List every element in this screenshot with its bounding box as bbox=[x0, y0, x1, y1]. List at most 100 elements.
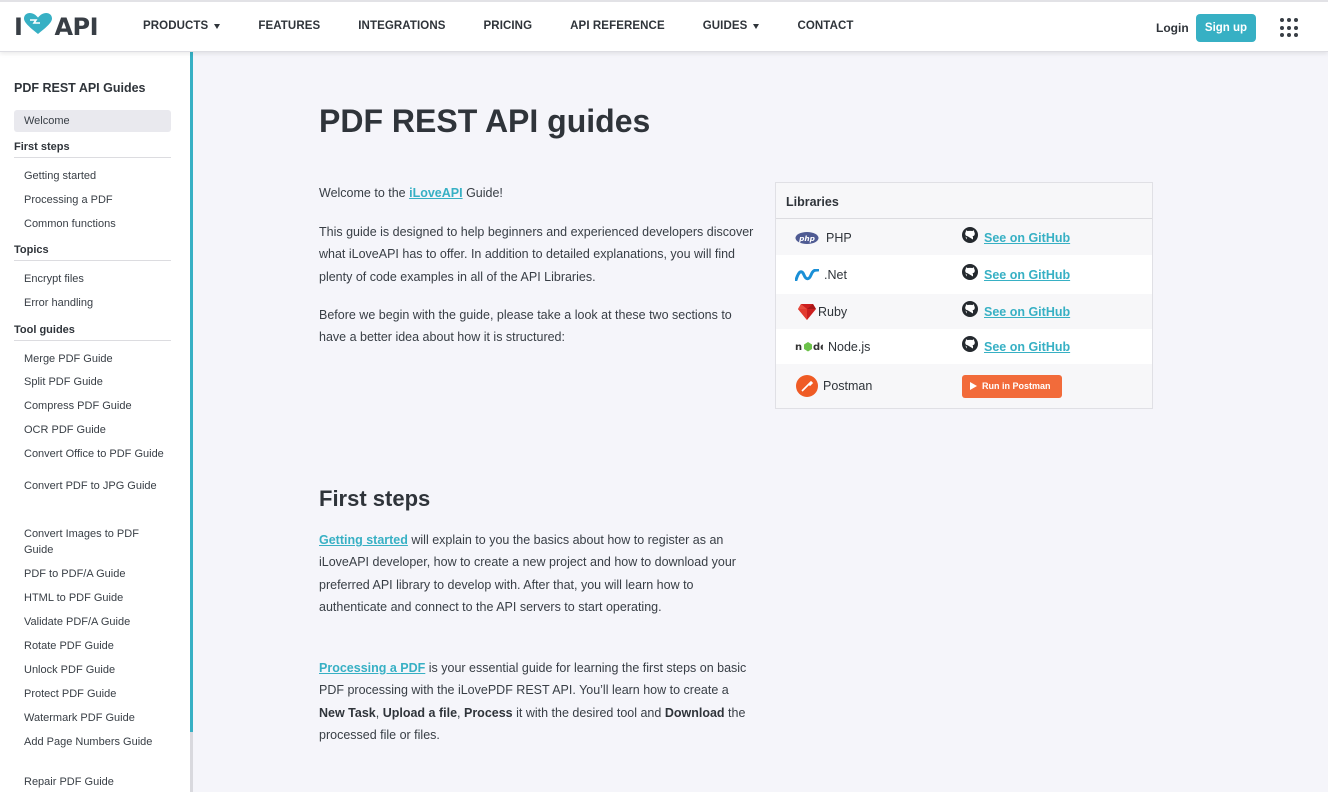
library-row-postman: Postman Run in Postman bbox=[776, 364, 1152, 408]
sidebar-section-topics: Topics bbox=[14, 244, 171, 261]
heart-logo-icon bbox=[24, 13, 53, 41]
processing-a-pdf-link[interactable]: Processing a PDF bbox=[319, 661, 425, 675]
nav-api-reference[interactable]: API REFERENCE bbox=[570, 20, 665, 32]
library-row-php: php PHP See on GitHub bbox=[776, 220, 1152, 255]
intro-text: Welcome to the bbox=[319, 186, 410, 200]
sidebar-item-rotate-pdf-guide[interactable]: Rotate PDF Guide bbox=[24, 638, 164, 654]
nav-contact[interactable]: CONTACT bbox=[797, 20, 853, 32]
nav-guides[interactable]: GUIDES bbox=[703, 20, 760, 32]
nav-label: PRODUCTS bbox=[143, 20, 209, 32]
nav-label: CONTACT bbox=[797, 20, 854, 32]
nav-features[interactable]: FEATURES bbox=[258, 20, 320, 32]
sidebar-item-unlock-pdf-guide[interactable]: Unlock PDF Guide bbox=[24, 662, 164, 678]
nav-label: PRICING bbox=[483, 20, 533, 32]
iloveapi-link[interactable]: iLoveAPI bbox=[409, 186, 463, 200]
paragraph-text: , bbox=[457, 705, 464, 720]
sidebar-section-first-steps: First steps bbox=[14, 141, 171, 158]
sidebar-item-processing-a-pdf[interactable]: Processing a PDF bbox=[24, 192, 164, 208]
sidebar-item-convert-images-to-pdf-guide[interactable]: Convert Images to PDF Guide bbox=[24, 526, 164, 558]
caret-down-icon bbox=[214, 23, 221, 29]
sidebar-item-encrypt-files[interactable]: Encrypt files bbox=[24, 271, 164, 287]
signup-button[interactable]: Sign up bbox=[1196, 14, 1256, 42]
sidebar-item-convert-pdf-to-jpg-guide[interactable]: Convert PDF to JPG Guide bbox=[24, 478, 164, 494]
github-link-dotnet[interactable]: See on GitHub bbox=[962, 264, 1070, 285]
bold-text: Upload a file bbox=[382, 705, 458, 720]
main-nav: PRODUCTS FEATURES INTEGRATIONS PRICING A… bbox=[143, 20, 892, 32]
getting-started-paragraph: Getting started will explain to you the … bbox=[319, 529, 749, 618]
library-row-ruby: Ruby See on GitHub bbox=[776, 294, 1152, 329]
sidebar-section-tool-guides: Tool guides bbox=[14, 324, 171, 341]
dotnet-icon bbox=[795, 266, 819, 284]
sidebar-item-split-pdf-guide[interactable]: Split PDF Guide bbox=[24, 374, 164, 390]
paragraph-text: it with the desired tool and bbox=[512, 705, 665, 720]
github-link-label: See on GitHub bbox=[984, 230, 1071, 245]
bold-text: Process bbox=[463, 705, 513, 720]
guide-description-paragraph: This guide is designed to help beginners… bbox=[319, 225, 754, 284]
library-name: Ruby bbox=[818, 304, 848, 319]
library-row-nodejs: nde Node.js See on GitHub bbox=[776, 329, 1152, 364]
library-row-dotnet: .Net See on GitHub bbox=[776, 255, 1152, 294]
github-link-php[interactable]: See on GitHub bbox=[962, 227, 1070, 248]
sidebar-item-repair-pdf-guide[interactable]: Repair PDF Guide bbox=[24, 774, 164, 790]
postman-icon bbox=[795, 375, 819, 397]
github-icon bbox=[962, 264, 978, 285]
svg-text:n: n bbox=[795, 342, 802, 353]
nodejs-icon: nde bbox=[795, 338, 823, 356]
github-link-nodejs[interactable]: See on GitHub bbox=[962, 336, 1070, 357]
sidebar-item-welcome[interactable]: Welcome bbox=[14, 110, 171, 132]
intro-paragraph: Welcome to the iLoveAPI Guide! bbox=[319, 182, 749, 204]
nav-label: GUIDES bbox=[702, 20, 748, 32]
libraries-heading: Libraries bbox=[776, 183, 1152, 219]
sidebar-item-add-page-numbers-guide[interactable]: Add Page Numbers Guide bbox=[24, 734, 164, 750]
svg-text:php: php bbox=[798, 233, 815, 242]
github-link-label: See on GitHub bbox=[984, 339, 1071, 354]
sidebar-item-pdf-to-pdfa-guide[interactable]: PDF to PDF/A Guide bbox=[24, 566, 164, 582]
sidebar-item-validate-pdfa-guide[interactable]: Validate PDF/A Guide bbox=[24, 614, 164, 630]
run-in-postman-label: Run in Postman bbox=[982, 381, 1051, 391]
sidebar-item-getting-started[interactable]: Getting started bbox=[24, 168, 164, 184]
bold-text: Download bbox=[664, 705, 725, 720]
sidebar-item-ocr-pdf-guide[interactable]: OCR PDF Guide bbox=[24, 422, 164, 438]
github-icon bbox=[962, 301, 978, 322]
logo-letter: I bbox=[14, 13, 23, 41]
library-name: Node.js bbox=[828, 339, 871, 354]
library-name: Postman bbox=[823, 379, 873, 393]
caret-down-icon bbox=[753, 23, 760, 29]
nav-label: API REFERENCE bbox=[570, 20, 665, 32]
sidebar-item-merge-pdf-guide[interactable]: Merge PDF Guide bbox=[24, 351, 164, 367]
run-in-postman-button[interactable]: Run in Postman bbox=[962, 374, 1062, 398]
github-icon bbox=[962, 336, 978, 357]
sidebar-item-common-functions[interactable]: Common functions bbox=[24, 216, 164, 232]
sidebar-item-error-handling[interactable]: Error handling bbox=[24, 295, 164, 311]
sidebar-item-watermark-pdf-guide[interactable]: Watermark PDF Guide bbox=[24, 710, 164, 726]
github-link-label: See on GitHub bbox=[984, 267, 1071, 282]
sidebar-item-compress-pdf-guide[interactable]: Compress PDF Guide bbox=[24, 398, 164, 414]
iloveapi-logo[interactable]: I API bbox=[14, 13, 99, 41]
nav-integrations[interactable]: INTEGRATIONS bbox=[358, 20, 445, 32]
sidebar-item-protect-pdf-guide[interactable]: Protect PDF Guide bbox=[24, 686, 164, 702]
sidebar-active-border bbox=[190, 52, 193, 732]
github-link-label: See on GitHub bbox=[984, 304, 1071, 319]
nav-pricing[interactable]: PRICING bbox=[484, 20, 533, 32]
nav-products[interactable]: PRODUCTS bbox=[143, 20, 221, 32]
library-name: PHP bbox=[826, 230, 852, 245]
library-name: .Net bbox=[824, 267, 847, 282]
bold-text: New Task bbox=[319, 705, 376, 720]
nav-label: INTEGRATIONS bbox=[358, 20, 446, 32]
login-link[interactable]: Login bbox=[1156, 21, 1189, 35]
svg-text:de: de bbox=[813, 342, 823, 353]
github-link-ruby[interactable]: See on GitHub bbox=[962, 301, 1070, 322]
grid-apps-icon[interactable] bbox=[1280, 18, 1300, 38]
processing-pdf-paragraph: Processing a PDF is your essential guide… bbox=[319, 657, 749, 746]
nav-label: FEATURES bbox=[258, 20, 321, 32]
sidebar-item-html-to-pdf-guide[interactable]: HTML to PDF Guide bbox=[24, 590, 164, 606]
sidebar-scrollbar[interactable] bbox=[190, 732, 193, 792]
github-icon bbox=[962, 227, 978, 248]
sidebar-item-convert-office-to-pdf-guide[interactable]: Convert Office to PDF Guide bbox=[24, 446, 164, 462]
ruby-icon bbox=[795, 303, 819, 321]
sidebar-title: PDF REST API Guides bbox=[14, 81, 146, 95]
getting-started-link[interactable]: Getting started bbox=[319, 533, 408, 547]
php-icon: php bbox=[795, 229, 819, 247]
libraries-table: Libraries php PHP See on GitHub .Net See… bbox=[775, 182, 1153, 409]
intro-text: Guide! bbox=[462, 186, 503, 200]
